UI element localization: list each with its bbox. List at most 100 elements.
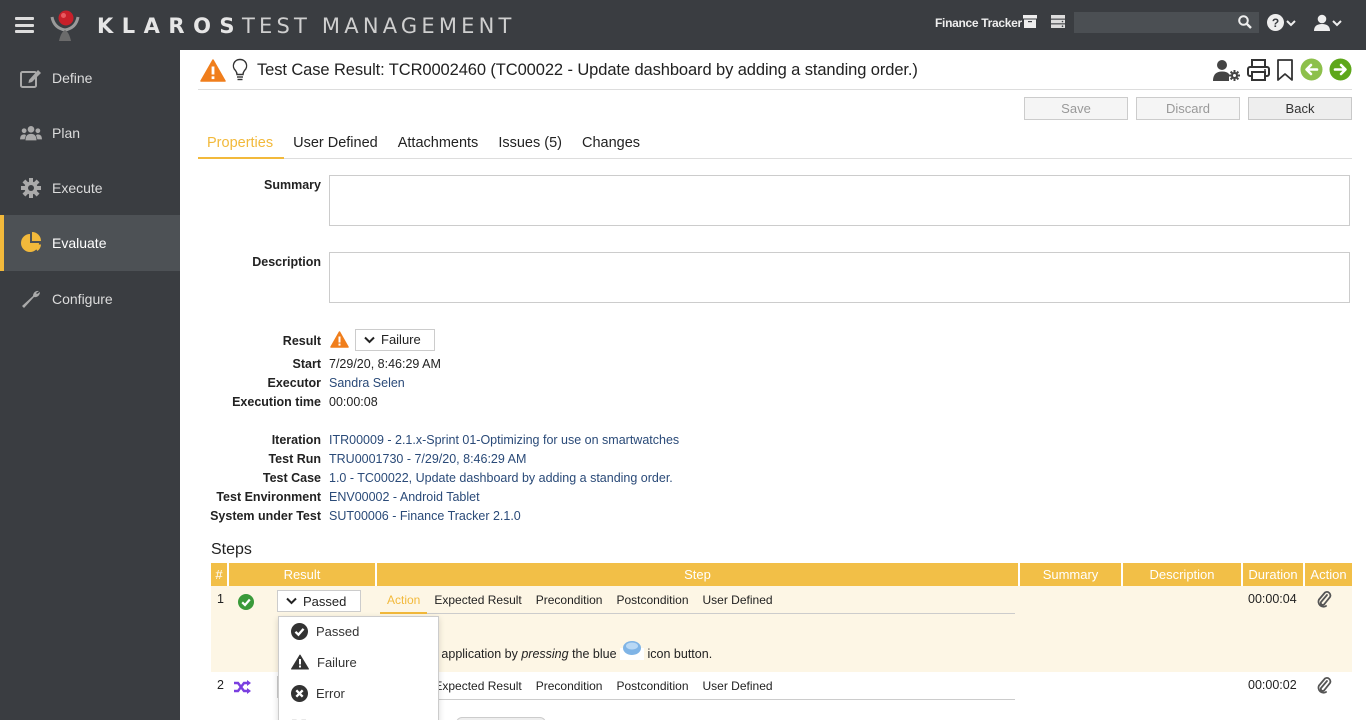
paperclip-icon[interactable] (1316, 676, 1332, 694)
shuffle-icon (234, 680, 251, 694)
globe-icon (620, 641, 645, 660)
steps-heading: Steps (211, 541, 252, 558)
execution-time-value: 00:00:08 (329, 395, 378, 409)
step-text-part: e application by (431, 647, 522, 661)
wrench-icon (20, 288, 42, 310)
step-tab-postcondition[interactable]: Postcondition (609, 678, 695, 700)
description-input[interactable] (329, 252, 1350, 303)
sidebar-item-configure[interactable]: Configure (0, 271, 180, 327)
tab-issues[interactable]: Issues (5) (489, 133, 573, 159)
warning-icon (330, 331, 349, 348)
dropdown-option-more[interactable] (291, 713, 309, 720)
tab-user-defined[interactable]: User Defined (284, 133, 389, 159)
next-button[interactable] (1329, 58, 1352, 81)
test-environment-label: Test Environment (216, 490, 321, 504)
arrow-left-circle-icon (1300, 58, 1323, 81)
step-tab-action[interactable]: Action (380, 592, 428, 614)
search-input[interactable] (1074, 12, 1234, 33)
description-label: Description (252, 255, 321, 269)
step-result-select[interactable]: Passed (277, 590, 361, 612)
discard-button[interactable]: Discard (1136, 97, 1240, 120)
step-tabs: Action Expected Result Precondition Post… (380, 592, 1015, 614)
printer-icon (1247, 58, 1270, 81)
sidebar-item-evaluate[interactable]: Evaluate (0, 215, 180, 271)
paperclip-icon[interactable] (1316, 590, 1332, 608)
step-action-text: e application by pressing the blue icon … (431, 640, 712, 661)
bookmark-button[interactable] (1276, 58, 1294, 81)
warning-icon (291, 654, 309, 670)
sidebar-item-label: Execute (52, 180, 103, 196)
summary-label: Summary (264, 178, 321, 192)
user-icon (1314, 14, 1330, 31)
execution-time-label: Execution time (232, 395, 321, 409)
chevron-down-icon (1286, 19, 1296, 26)
column-header-result: Result (229, 563, 377, 586)
step-tab-expected-result[interactable]: Expected Result (427, 592, 528, 614)
help-menu[interactable]: ? (1267, 14, 1296, 31)
test-run-link[interactable]: TRU0001730 - 7/29/20, 8:46:29 AM (329, 452, 526, 466)
print-button[interactable] (1247, 58, 1270, 81)
dropdown-option-failure[interactable]: Failure (291, 650, 357, 674)
step-tab-precondition[interactable]: Precondition (529, 592, 610, 614)
steps-header-row: # Result Step Summary Description Durati… (211, 563, 1352, 586)
user-gear-icon (1213, 59, 1240, 81)
test-environment-link[interactable]: ENV00002 - Android Tablet (329, 490, 480, 504)
step-tab-postcondition[interactable]: Postcondition (609, 592, 695, 614)
tab-attachments[interactable]: Attachments (389, 133, 490, 159)
bookmark-icon (1277, 58, 1293, 81)
step-result-value: Passed (303, 593, 347, 609)
sidebar-item-plan[interactable]: Plan (0, 105, 180, 161)
help-icon: ? (1267, 14, 1284, 31)
warning-icon (200, 59, 226, 82)
step-tab-user-defined[interactable]: User Defined (696, 592, 780, 614)
dropdown-option-label: Failure (317, 654, 357, 670)
dropdown-option-passed[interactable]: Passed (291, 619, 359, 643)
dropdown-option-label: Passed (316, 623, 360, 639)
svg-text:?: ? (1272, 16, 1279, 30)
tab-changes[interactable]: Changes (573, 133, 651, 159)
users-icon (20, 122, 42, 144)
executor-link[interactable]: Sandra Selen (329, 376, 405, 390)
chevron-down-icon (364, 336, 375, 344)
save-button[interactable]: Save (1024, 97, 1128, 120)
result-dropdown-menu: Passed Failure Error (278, 616, 439, 720)
column-header-step: Step (377, 563, 1020, 586)
page-title: Test Case Result: TCR0002460 (TC00022 - … (257, 61, 918, 79)
step-tab-precondition[interactable]: Precondition (529, 678, 610, 700)
sidebar-item-define[interactable]: Define (0, 50, 180, 106)
brand-subtitle: TEST MANAGEMENT (242, 14, 516, 38)
menu-icon[interactable] (15, 17, 34, 33)
gear-icon (20, 177, 42, 199)
result-select[interactable]: Failure (355, 329, 435, 351)
search-icon[interactable] (1238, 15, 1252, 29)
step-duration: 00:00:04 (1248, 592, 1297, 606)
previous-button[interactable] (1300, 58, 1323, 81)
test-case-link[interactable]: 1.0 - TC00022, Update dashboard by addin… (329, 471, 673, 485)
archive-icon[interactable] (1023, 15, 1037, 28)
back-button[interactable]: Back (1248, 97, 1352, 120)
iteration-link[interactable]: ITR00009 - 2.1.x-Sprint 01-Optimizing fo… (329, 433, 679, 447)
user-menu[interactable] (1314, 14, 1342, 31)
klaros-logo (50, 10, 80, 41)
pie-chart-icon (20, 232, 42, 254)
lightbulb-icon[interactable] (232, 58, 248, 82)
step-number: 1 (217, 592, 224, 606)
edit-icon (20, 67, 42, 89)
sidebar: Define Plan Execute Evaluate Configure (0, 50, 180, 720)
tab-properties[interactable]: Properties (198, 133, 285, 159)
dropdown-option-error[interactable]: Error (291, 681, 345, 705)
sut-link[interactable]: SUT00006 - Finance Tracker 2.1.0 (329, 509, 521, 523)
sidebar-item-execute[interactable]: Execute (0, 160, 180, 216)
main-content: Test Case Result: TCR0002460 (TC00022 - … (180, 50, 1366, 720)
server-icon[interactable] (1051, 15, 1065, 28)
assign-user-button[interactable] (1213, 59, 1241, 81)
tab-bar: Properties User Defined Attachments Issu… (198, 133, 1352, 159)
step-number: 2 (217, 678, 224, 692)
project-name[interactable]: Finance Tracker (935, 16, 1022, 30)
step-tab-expected-result[interactable]: Expected Result (427, 678, 528, 700)
step-text-part: the blue (568, 647, 617, 661)
summary-input[interactable] (329, 175, 1350, 226)
top-bar: KLAROS TEST MANAGEMENT Finance Tracker ? (0, 0, 1366, 50)
step-tab-user-defined[interactable]: User Defined (696, 678, 780, 700)
executor-label: Executor (267, 376, 322, 390)
